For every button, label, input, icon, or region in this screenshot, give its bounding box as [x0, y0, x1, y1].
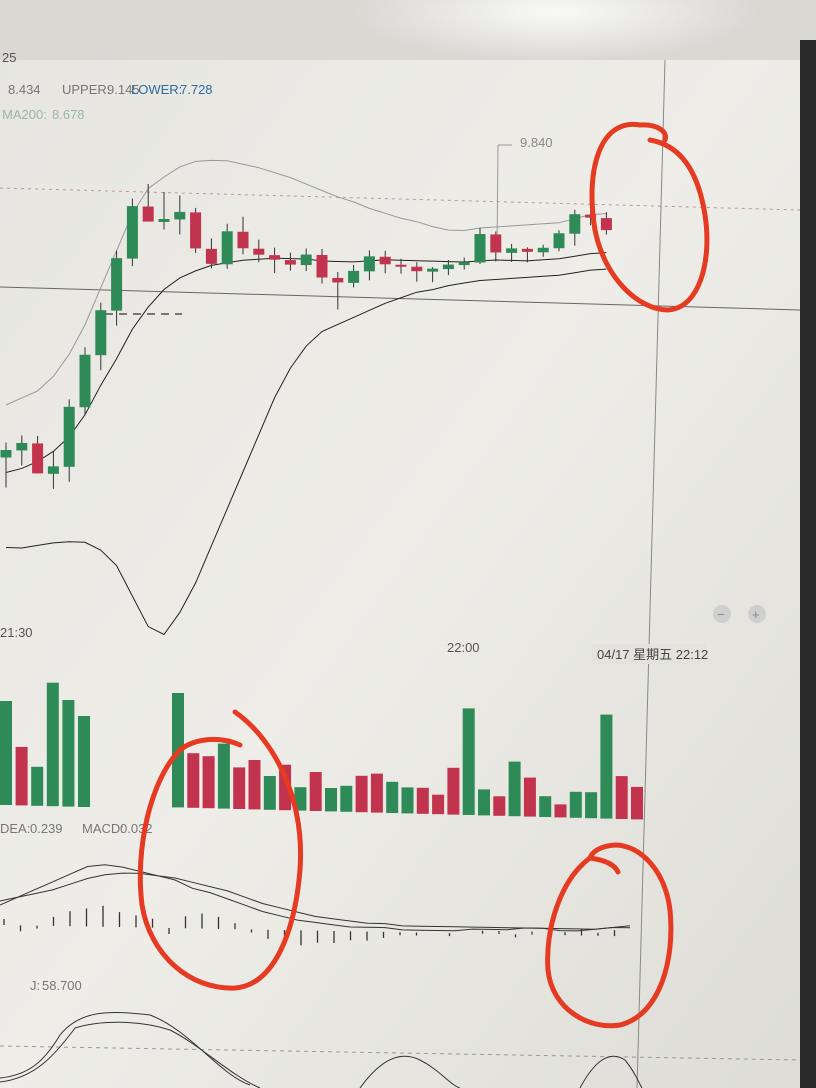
volume-bar [187, 753, 200, 808]
boll-lower-label: LOWER: [131, 82, 182, 97]
volume-bar [508, 761, 521, 817]
candle-body [205, 248, 217, 264]
candle-body [395, 264, 407, 267]
candle-body [506, 248, 518, 253]
candle-body [126, 206, 138, 259]
candle-body [458, 262, 470, 266]
volume-bar [462, 708, 475, 815]
candle-body [47, 466, 59, 474]
crosshair-time-label: 04/17 星期五 22:12 [597, 647, 708, 662]
volume-bar [432, 794, 445, 815]
candle-body [521, 248, 533, 252]
volume-bar [248, 760, 261, 810]
volume-bar [62, 700, 75, 807]
candle-body [63, 406, 75, 467]
volume-bar [309, 772, 322, 811]
candle-body [284, 260, 296, 265]
volume-bar [493, 796, 506, 816]
volume-bar [447, 767, 460, 815]
candle-body [253, 248, 265, 255]
candle-body [332, 277, 344, 283]
candle-body [142, 206, 154, 222]
ma-label: MA200: [2, 107, 47, 122]
right-bezel [800, 40, 816, 1088]
candle-body [0, 450, 12, 458]
ma-value: 8.678 [52, 107, 85, 122]
candle-body [95, 310, 107, 356]
volume-bar [15, 746, 28, 806]
kdj-j-label: J: [30, 978, 40, 993]
high-marker-label: 9.840 [520, 135, 553, 150]
candle-body [427, 268, 439, 272]
period-fragment: 25 [2, 50, 16, 65]
volume-bar [0, 701, 12, 805]
chart-screenshot: 25 8.434 UPPER: 9.145 LOWER: 7.728 MA200… [0, 0, 816, 1088]
macd-label: MACD: [82, 821, 124, 836]
boll-mid-value: 8.434 [8, 82, 41, 97]
candle-body [300, 254, 312, 266]
candle-body [174, 211, 186, 220]
volume-bar [401, 787, 414, 814]
candle-body [348, 270, 360, 283]
volume-bar [202, 756, 215, 809]
candle-body [221, 231, 233, 265]
candle-body [79, 354, 91, 408]
candle-body [379, 256, 391, 265]
volume-bar [569, 791, 582, 818]
candle-body [537, 247, 549, 253]
volume-bar [370, 773, 383, 813]
candle-body [237, 231, 249, 249]
candle-body [269, 255, 281, 260]
boll-lower-value: 7.728 [180, 82, 213, 97]
volume-bar [478, 789, 490, 816]
dea-value: 0.239 [30, 821, 63, 836]
boll-upper-label: UPPER: [62, 82, 110, 97]
plus-icon: + [752, 607, 760, 622]
candle-body [111, 258, 123, 311]
volume-bar [233, 767, 246, 809]
volume-bar [46, 682, 59, 807]
candle-body [411, 266, 423, 272]
volume-bar [263, 776, 276, 810]
dea-label: DEA: [0, 821, 30, 836]
volume-bar [355, 775, 368, 813]
kdj-j-value: 58.700 [42, 978, 82, 993]
candle-body [32, 443, 44, 474]
volume-bar [615, 776, 628, 819]
candle-body [316, 255, 328, 278]
volume-bar [600, 714, 613, 819]
volume-bar [585, 792, 598, 819]
volume-bar [31, 766, 44, 806]
time-label-2130: 21:30 [0, 625, 33, 640]
candle-body [474, 234, 486, 263]
volume-bar [78, 716, 90, 807]
minus-icon: − [717, 607, 725, 622]
volume-bar [325, 788, 337, 812]
candle-body [363, 256, 375, 272]
candle-body [553, 233, 565, 249]
candle-body [442, 264, 454, 270]
volume-bar [539, 796, 552, 817]
volume-bar [386, 781, 399, 813]
time-label-2200: 22:00 [447, 640, 480, 655]
volume-bar [631, 786, 643, 820]
candle-body [16, 442, 28, 451]
volume-bar [217, 743, 230, 809]
candle-body [190, 212, 202, 249]
candle-body [158, 219, 170, 222]
candle-body [600, 218, 612, 231]
candle-body [490, 234, 502, 253]
volume-bar [554, 804, 567, 818]
volume-bar [523, 777, 536, 817]
volume-bar [416, 787, 429, 814]
candle-body [569, 214, 581, 234]
volume-bar [340, 785, 353, 812]
